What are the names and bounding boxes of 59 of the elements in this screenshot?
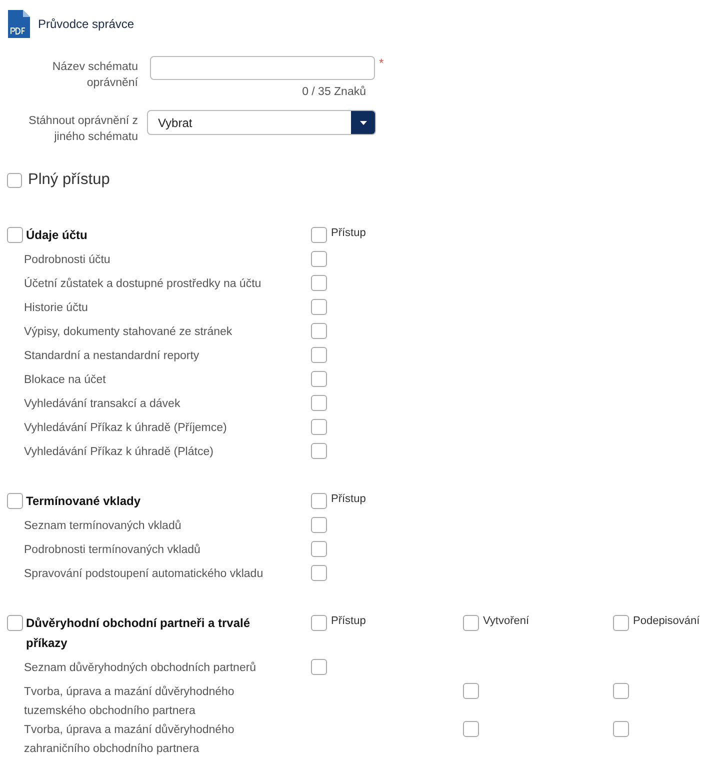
permission-label: Seznam termínovaných vkladů <box>24 518 182 534</box>
permission-checkbox[interactable] <box>463 721 479 737</box>
column-checkbox[interactable] <box>311 615 327 631</box>
permission-checkbox[interactable] <box>311 541 327 557</box>
section-checkbox[interactable] <box>7 615 23 631</box>
section-title: Údaje účtu <box>26 227 88 244</box>
section-title: Důvěryhodní obchodní partneři a trvalé příkazy <box>26 615 252 652</box>
scheme-select[interactable]: Vybrat <box>147 110 376 135</box>
pdf-file-icon[interactable] <box>8 10 30 38</box>
character-counter: 0 / 35 Znaků <box>301 86 366 98</box>
section-checkbox[interactable] <box>7 227 23 243</box>
column-label: Přístup <box>331 493 366 505</box>
permission-label: Vyhledávání Příkaz k úhradě (Příjemce) <box>24 421 228 436</box>
permission-label: Vyhledávání Příkaz k úhradě (Plátce) <box>24 445 214 460</box>
permission-checkbox[interactable] <box>311 565 327 581</box>
permission-checkbox[interactable] <box>311 659 327 675</box>
permission-checkbox[interactable] <box>311 443 327 459</box>
column-label: Přístup <box>331 615 366 627</box>
column-label: Podepisování <box>633 615 700 627</box>
permission-label: Podrobnosti termínovaných vkladů <box>24 542 202 558</box>
permission-checkbox[interactable] <box>311 419 327 435</box>
permission-checkbox[interactable] <box>311 299 327 315</box>
field-label: Název schématu oprávnění <box>51 60 138 91</box>
column-label: Přístup <box>331 227 366 239</box>
permission-label: Blokace na účet <box>24 373 107 388</box>
permission-label: Účetní zůstatek a dostupné prostředky na účtu <box>24 276 262 292</box>
permission-checkbox[interactable] <box>463 683 479 699</box>
column-checkbox[interactable] <box>613 615 629 631</box>
permission-label: Tvorba, úprava a mazání důvěryhodného tuzemského obchodního partnera <box>24 684 236 719</box>
permission-checkbox[interactable] <box>311 251 327 267</box>
permission-label: Spravování podstoupení automatického vkladu <box>24 567 264 582</box>
permission-label: Historie účtu <box>24 301 89 316</box>
column-label: Vytvoření <box>483 615 530 627</box>
permission-checkbox[interactable] <box>613 683 629 699</box>
permission-checkbox[interactable] <box>311 347 327 363</box>
column-checkbox[interactable] <box>463 615 479 631</box>
permission-label: Seznam důvěryhodných obchodních partnerů <box>24 660 258 676</box>
permission-checkbox[interactable] <box>311 275 327 291</box>
permission-checkbox[interactable] <box>311 323 327 339</box>
caret-icon <box>360 120 366 124</box>
permission-label: Standardní a nestandardní reporty <box>24 349 200 364</box>
permission-checkbox[interactable] <box>311 517 327 533</box>
permission-label: Vyhledávání transakcí a dávek <box>24 397 182 412</box>
permission-checkbox[interactable] <box>613 721 629 737</box>
section-title: Termínované vklady <box>26 493 142 510</box>
full-access-checkbox[interactable] <box>7 172 22 188</box>
column-checkbox[interactable] <box>311 493 327 509</box>
section-checkbox[interactable] <box>7 493 23 509</box>
checkbox-label: Plný přístup <box>28 171 110 189</box>
guide-link[interactable]: Průvodce správce <box>38 17 134 31</box>
scheme-name-field[interactable] <box>150 56 375 80</box>
permission-checkbox[interactable] <box>311 371 327 387</box>
permission-label: Tvorba, úprava a mazání důvěryhodného zahraničního obchodního partnera <box>24 722 236 757</box>
required-mark: * <box>379 56 384 70</box>
field-label: Stáhnout oprávnění z jiného schématu <box>28 114 138 145</box>
permission-label: Výpisy, dokumenty stahované ze stránek <box>24 325 234 340</box>
permission-checkbox[interactable] <box>311 395 327 411</box>
column-checkbox[interactable] <box>311 227 327 243</box>
permission-label: Podrobnosti účtu <box>24 253 112 268</box>
